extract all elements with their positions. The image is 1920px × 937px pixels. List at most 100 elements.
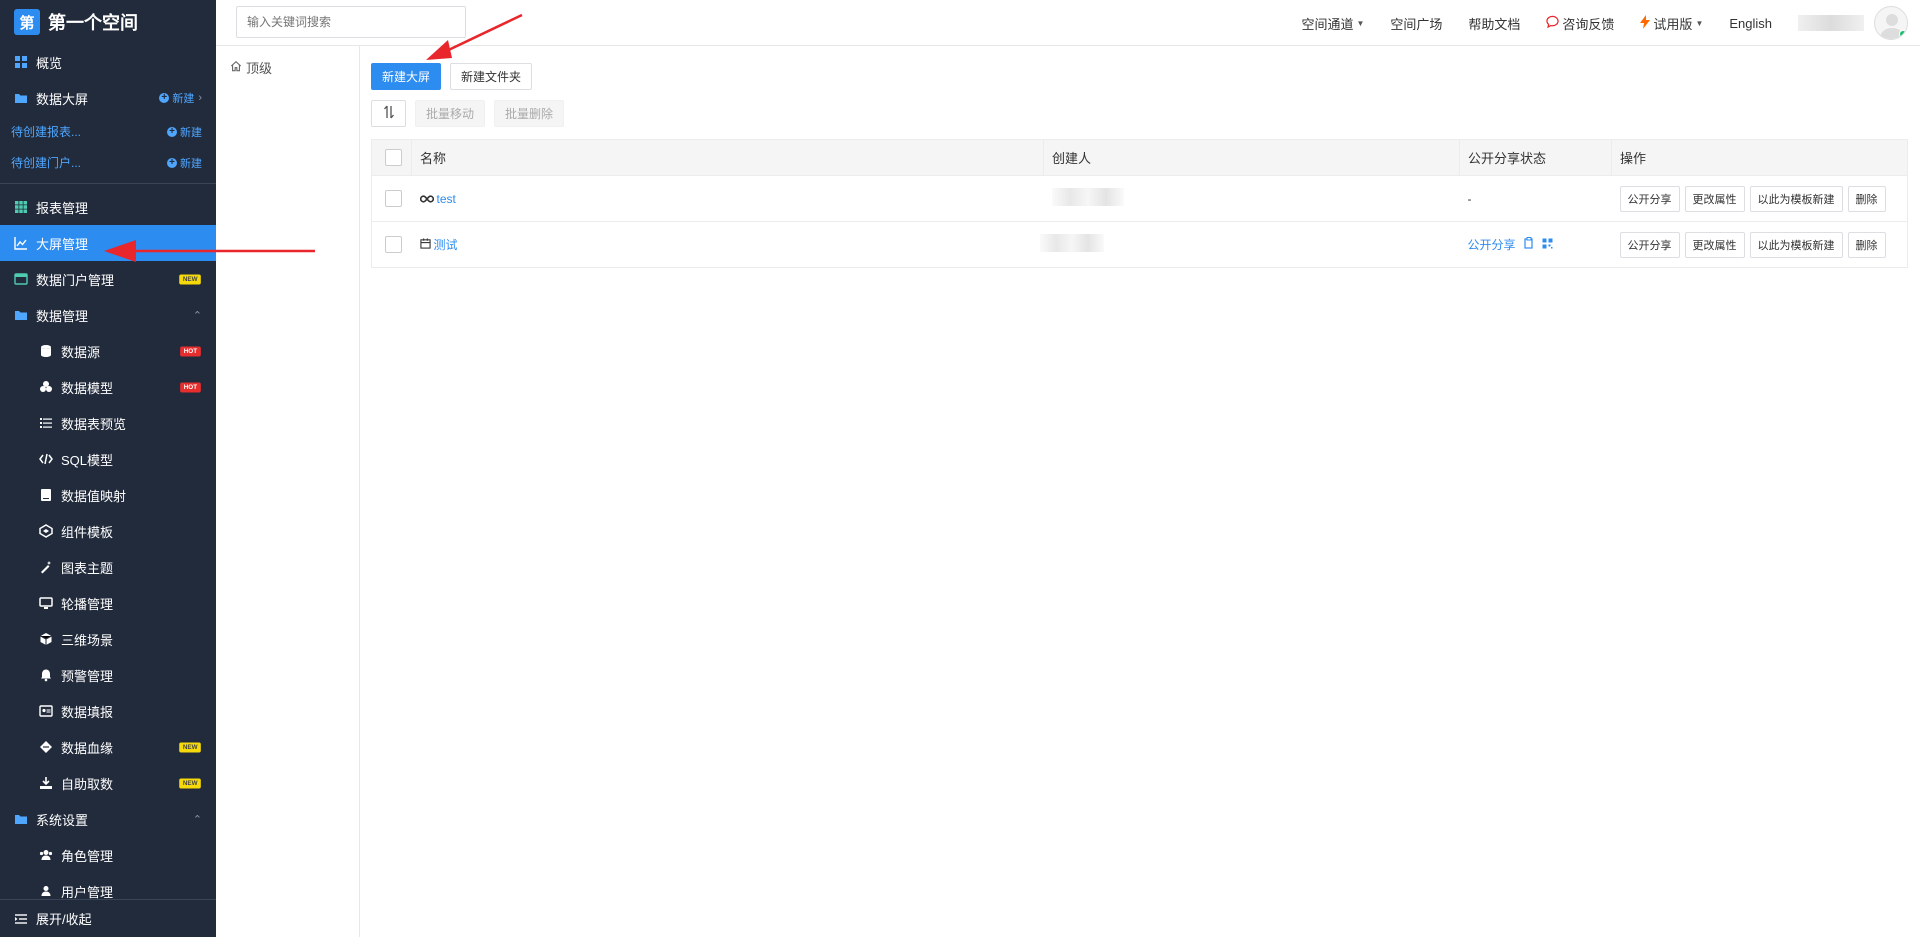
plus-circle-icon: + (159, 93, 170, 103)
qrcode-icon[interactable] (1542, 238, 1553, 252)
new-screen-button[interactable]: 新建大屏 (371, 63, 442, 90)
space-plaza-link[interactable]: 空间广场 (1390, 14, 1442, 33)
row-select-cell (371, 221, 412, 268)
sidebar-item-portal-mgmt[interactable]: 数据门户管理 NEW (0, 261, 216, 297)
sidebar-subitem[interactable]: 数据血缘 NEW (0, 729, 216, 765)
feedback-link[interactable]: 咨询反馈 (1546, 14, 1614, 33)
collapse-icon (13, 911, 29, 927)
sidebar-item-role-mgmt[interactable]: 角色管理 (0, 837, 216, 873)
new-folder-button[interactable]: 新建文件夹 (450, 63, 533, 90)
sidebar-item-data-mgmt[interactable]: 数据管理 ⌃ (0, 297, 216, 333)
sidebar-toggle-label: 展开/收起 (36, 912, 92, 927)
sidebar-toggle[interactable]: 展开/收起 (0, 899, 216, 937)
select-all-checkbox[interactable] (385, 149, 402, 167)
sidebar-item-label: SQL模型 (61, 452, 114, 468)
row-checkbox[interactable] (385, 236, 402, 253)
sidebar-subitem[interactable]: 组件模板 (0, 513, 216, 549)
sidebar-subitem[interactable]: 自助取数 NEW (0, 765, 216, 801)
table-row: test - 公开分享 更改属性 以此为模板新建 删除 (371, 175, 1908, 222)
table-row: 测试 公开分享 公开分享 更改属性 以此为模板新建 删除 (371, 221, 1908, 268)
sidebar-subitem[interactable]: SQL模型 (0, 441, 216, 477)
space-channel-link[interactable]: 空间通道 ▼ (1301, 14, 1364, 33)
name-cell: 测试 (411, 221, 1044, 268)
sidebar-item-label: 数据门户管理 (36, 272, 115, 288)
chevron-up-icon[interactable]: ⌃ (193, 813, 202, 826)
delete-button[interactable]: 删除 (1847, 231, 1886, 258)
sidebar-divider (0, 183, 216, 184)
pending-portal-item[interactable]: 待创建门户... + 新建 (0, 147, 216, 178)
line-chart-icon (13, 235, 29, 251)
sidebar-item-report-mgmt[interactable]: 报表管理 (0, 189, 216, 225)
sidebar-item-label: 数据值映射 (61, 488, 127, 504)
sidebar-subitem[interactable]: 数据模型 HOT (0, 369, 216, 405)
username-blurred[interactable] (1798, 15, 1864, 31)
brand-title[interactable]: 第一个空间 (48, 9, 138, 35)
sidebar-subitem[interactable]: 三维场景 (0, 621, 216, 657)
chevron-up-icon[interactable]: ⌃ (193, 309, 202, 322)
batch-move-button[interactable]: 批量移动 (415, 100, 486, 127)
book-icon (38, 487, 54, 503)
create-toolbar: 新建大屏 新建文件夹 (371, 63, 533, 90)
folder-root[interactable]: 顶级 (216, 46, 359, 89)
sidebar-subitem[interactable]: 预警管理 (0, 657, 216, 693)
caret-down-icon: ▼ (1695, 18, 1704, 28)
pending-portal-label: 待创建门户... (11, 156, 82, 170)
search-input[interactable] (236, 6, 466, 38)
select-all-cell (371, 139, 412, 176)
sidebar-subitem[interactable]: 图表主题 (0, 549, 216, 585)
edit-props-button[interactable]: 更改属性 (1684, 185, 1745, 212)
sidebar-item-bigscreen-folder[interactable]: 数据大屏 + 新建 › (0, 80, 216, 116)
sidebar-subitem[interactable]: 数据源 HOT (0, 333, 216, 369)
share-button[interactable]: 公开分享 (1619, 185, 1680, 212)
screen-name-link[interactable]: 测试 (419, 236, 458, 253)
user-icon (38, 883, 54, 899)
share-status-link[interactable]: 公开分享 (1468, 236, 1553, 253)
lineage-icon (38, 739, 54, 755)
pending-report-item[interactable]: 待创建报表... + 新建 (0, 116, 216, 147)
help-docs-link[interactable]: 帮助文档 (1468, 14, 1520, 33)
batch-delete-button[interactable]: 批量删除 (494, 100, 565, 127)
sidebar-subitem[interactable]: 数据值映射 (0, 477, 216, 513)
creator-cell (1039, 221, 1460, 268)
delete-button[interactable]: 删除 (1847, 185, 1886, 212)
codepen-icon (38, 523, 54, 539)
sort-button[interactable] (371, 100, 406, 127)
header-name[interactable]: 名称 (411, 139, 1044, 176)
new-badge: NEW (178, 742, 201, 752)
row-checkbox[interactable] (385, 190, 402, 207)
window-icon (13, 271, 29, 287)
new-portal-link[interactable]: + 新建 (167, 155, 202, 171)
new-badge: NEW (178, 778, 201, 788)
sidebar-item-label: 数据大屏 (36, 91, 89, 107)
header-creator[interactable]: 创建人 (1043, 139, 1460, 176)
avatar[interactable] (1874, 6, 1908, 40)
code-icon (38, 451, 54, 467)
sidebar-subitem[interactable]: 轮播管理 (0, 585, 216, 621)
new-report-link[interactable]: + 新建 (167, 124, 202, 140)
copy-icon[interactable] (1523, 237, 1534, 252)
plus-circle-icon: + (167, 126, 177, 137)
share-button[interactable]: 公开分享 (1619, 231, 1680, 258)
language-switch[interactable]: English (1729, 16, 1772, 31)
new-from-template-button[interactable]: 以此为模板新建 (1749, 231, 1843, 258)
brand-logo: 第 (14, 9, 40, 35)
sidebar-item-label: 概览 (36, 55, 63, 71)
screen-name-link[interactable]: test (419, 192, 456, 206)
sidebar-item-overview[interactable]: 概览 (0, 44, 216, 80)
edit-props-button[interactable]: 更改属性 (1684, 231, 1745, 258)
sidebar-subitem[interactable]: 数据表预览 (0, 405, 216, 441)
sidebar-item-screen-mgmt[interactable]: 大屏管理 (0, 225, 216, 261)
new-bigscreen-link[interactable]: + 新建 (159, 90, 194, 106)
chevron-right-icon[interactable]: › (198, 92, 202, 104)
sidebar-item-label: 系统设置 (36, 812, 89, 828)
new-from-template-button[interactable]: 以此为模板新建 (1749, 185, 1843, 212)
header-share-status[interactable]: 公开分享状态 (1459, 139, 1612, 176)
users-icon (38, 847, 54, 863)
sidebar-subitem[interactable]: 数据填报 (0, 693, 216, 729)
cube-icon (38, 631, 54, 647)
new-badge: NEW (178, 274, 201, 284)
hot-badge: HOT (180, 382, 201, 392)
sidebar-item-system-settings[interactable]: 系统设置 ⌃ (0, 801, 216, 837)
sidebar-item-label: 轮播管理 (61, 596, 114, 612)
trial-version-link[interactable]: 试用版 ▼ (1640, 14, 1703, 33)
